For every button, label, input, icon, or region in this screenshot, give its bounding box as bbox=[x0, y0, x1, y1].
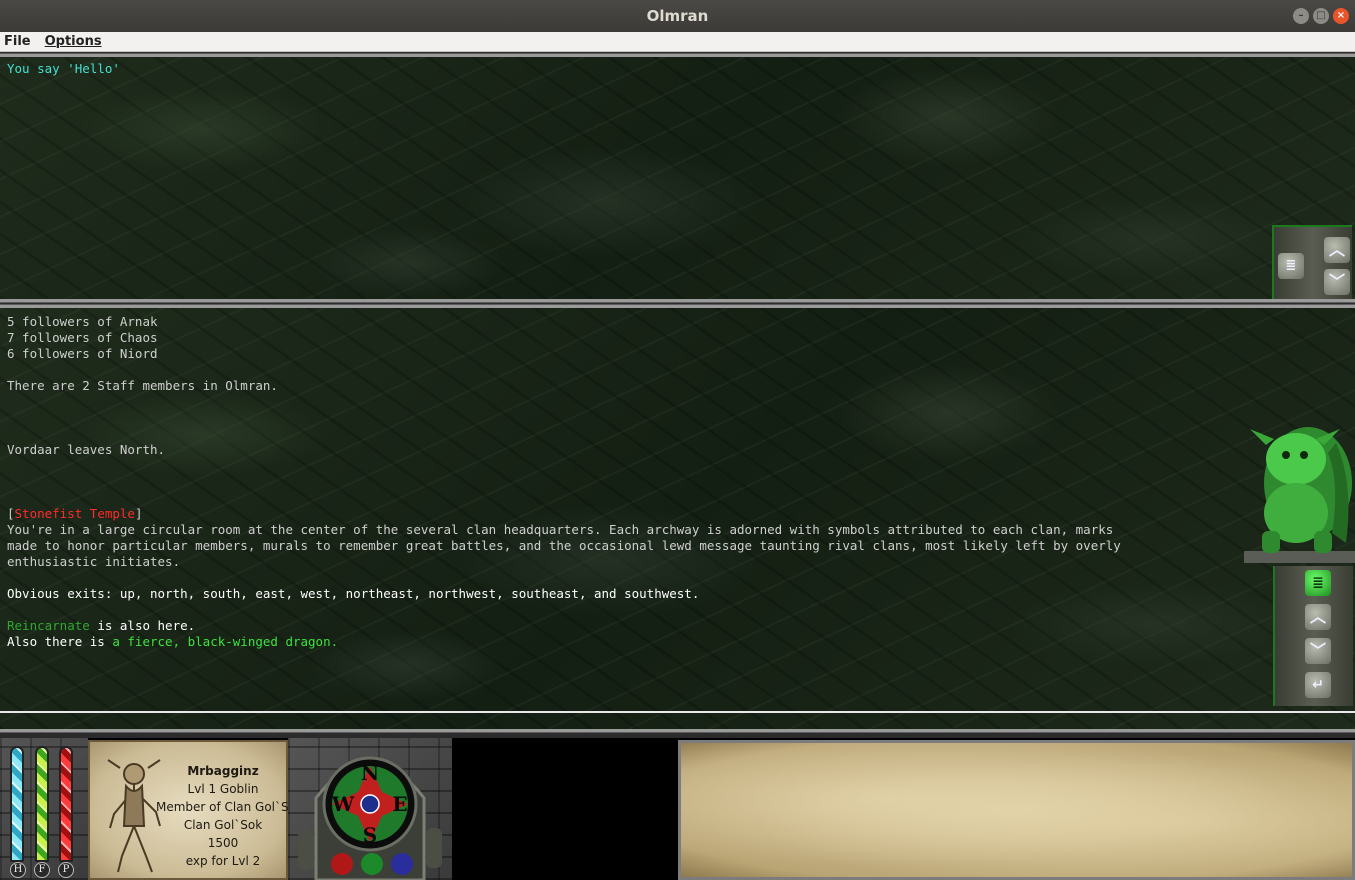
menu-options[interactable]: Options bbox=[45, 34, 102, 49]
room-title: [Stonefist Temple] bbox=[7, 506, 142, 522]
exits-label: Obvious exits: bbox=[7, 586, 113, 601]
character-membership: Member of Clan Gol`Sok bbox=[156, 800, 290, 814]
main-pane-button-column: ≣ ︿ ﹀ ↵ bbox=[1273, 566, 1353, 706]
leave-line: Vordaar leaves North. bbox=[7, 442, 166, 457]
character-name: Mrbagginz bbox=[187, 764, 259, 778]
character-info: Mrbagginz Lvl 1 Goblin Member of Clan Go… bbox=[156, 762, 290, 870]
status-panel: H F P Mrbagginz Lvl 1 Goblin Member of C… bbox=[0, 738, 1355, 880]
chat-scroll-up-button[interactable]: ︿ bbox=[1324, 237, 1350, 263]
chat-line: You say 'Hello' bbox=[7, 61, 120, 76]
parchment-panel bbox=[678, 740, 1355, 880]
followers-line: 6 followers of Niord bbox=[7, 346, 158, 361]
menu-file[interactable]: File bbox=[4, 34, 31, 49]
minimize-icon[interactable]: – bbox=[1293, 8, 1309, 24]
player-name: Reincarnate bbox=[7, 618, 90, 633]
chat-pane[interactable]: You say 'Hello' ︿ ≣ ﹀ bbox=[0, 53, 1355, 303]
compass-east[interactable]: E bbox=[392, 792, 407, 816]
compass-south[interactable]: S bbox=[363, 823, 377, 847]
window-titlebar: Olmran – □ × bbox=[0, 0, 1355, 32]
room-title-bracket: ] bbox=[134, 506, 143, 521]
followers-line: 7 followers of Chaos bbox=[7, 330, 158, 345]
health-bar bbox=[10, 746, 24, 862]
room-description-line: made to honor particular members, murals… bbox=[7, 538, 1121, 553]
chat-pane-button-column: ︿ ≣ ﹀ bbox=[1272, 225, 1352, 299]
main-scroll-down-button[interactable]: ﹀ bbox=[1305, 638, 1331, 664]
main-output-pane[interactable]: 5 followers of Arnak 7 followers of Chao… bbox=[0, 304, 1355, 733]
compass-west[interactable]: W bbox=[331, 792, 355, 816]
health-label: H bbox=[10, 862, 26, 878]
main-return-button[interactable]: ↵ bbox=[1305, 672, 1331, 698]
mob-prefix: Also there is bbox=[7, 634, 113, 649]
power-label: P bbox=[58, 862, 74, 878]
mob-line: Also there is a fierce, black-winged dra… bbox=[7, 634, 338, 650]
menu-bar: File Options bbox=[0, 32, 1355, 52]
gargoyle-icon bbox=[1244, 427, 1355, 563]
character-level: Lvl 1 Goblin bbox=[187, 782, 259, 796]
fatigue-label: F bbox=[34, 862, 50, 878]
character-clan: Clan Gol`Sok bbox=[183, 818, 263, 832]
player-line: Reincarnate is also here. bbox=[7, 618, 195, 634]
command-input[interactable] bbox=[0, 711, 1355, 729]
character-exp-label: exp for Lvl 2 bbox=[185, 854, 261, 868]
exits-list: up, north, south, east, west, northeast,… bbox=[112, 586, 700, 601]
chat-log-button[interactable]: ≣ bbox=[1278, 253, 1304, 279]
compass-panel: N S E W bbox=[288, 738, 452, 880]
window-title: Olmran bbox=[646, 7, 709, 25]
player-suffix: is also here. bbox=[89, 618, 196, 633]
close-icon[interactable]: × bbox=[1333, 8, 1349, 24]
exits-line: Obvious exits: up, north, south, east, w… bbox=[7, 586, 699, 602]
window-controls: – □ × bbox=[1293, 8, 1349, 24]
empty-panel bbox=[452, 738, 678, 880]
character-sheet: Mrbagginz Lvl 1 Goblin Member of Clan Go… bbox=[88, 740, 290, 880]
compass-north[interactable]: N bbox=[361, 761, 379, 785]
main-log-button[interactable]: ≣ bbox=[1305, 570, 1331, 596]
main-scroll-up-button[interactable]: ︿ bbox=[1305, 604, 1331, 630]
mob-name: a fierce, black-winged dragon. bbox=[112, 634, 339, 649]
character-exp: 1500 bbox=[207, 836, 239, 850]
room-title-bracket: [ bbox=[7, 506, 15, 521]
room-description-line: You're in a large circular room at the c… bbox=[7, 522, 1114, 537]
fatigue-bar bbox=[35, 746, 49, 862]
room-name: Stonefist Temple bbox=[14, 506, 135, 521]
followers-line: 5 followers of Arnak bbox=[7, 314, 158, 329]
power-bar bbox=[59, 746, 73, 862]
chat-scroll-down-button[interactable]: ﹀ bbox=[1324, 269, 1350, 295]
compass-rose-icon: N S E W bbox=[298, 756, 442, 880]
room-description-line: enthusiastic initiates. bbox=[7, 554, 181, 569]
maximize-icon[interactable]: □ bbox=[1313, 8, 1329, 24]
vitals-bars: H F P bbox=[0, 738, 88, 880]
staff-line: There are 2 Staff members in Olmran. bbox=[7, 378, 278, 393]
